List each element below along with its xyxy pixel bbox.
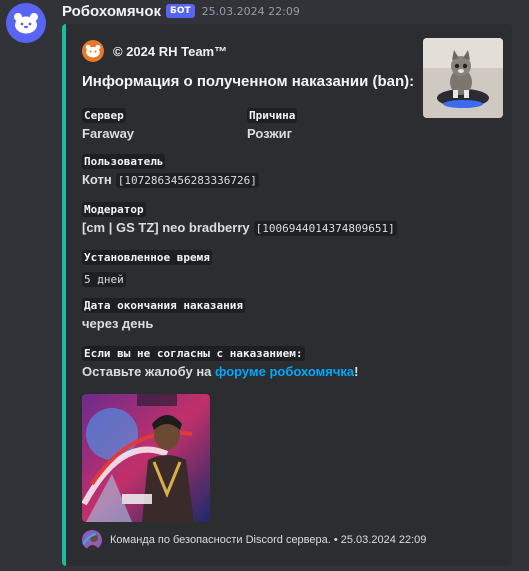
message-header: Робохомячок БОТ 25.03.2024 22:09 xyxy=(62,0,300,22)
embed-thumbnail-kitten[interactable] xyxy=(423,38,503,118)
field-duration-name: Установленное время xyxy=(82,250,212,265)
field-moderator-name: Модератор xyxy=(82,202,146,217)
field-end-date: Дата окончания наказания через день xyxy=(82,294,245,331)
embed-author: © 2024 RH Team™ xyxy=(82,40,227,62)
field-reason-name: Причина xyxy=(247,108,298,123)
embed-image-banner[interactable] xyxy=(82,394,210,522)
message-timestamp[interactable]: 25.03.2024 22:09 xyxy=(202,5,300,18)
field-reason-value: Розжиг xyxy=(247,126,293,141)
field-reason: Причина Розжиг xyxy=(247,104,298,141)
field-server-value: Faraway xyxy=(82,126,135,141)
bot-username[interactable]: Робохомячок xyxy=(62,3,161,20)
embed-title: Информация о полученном наказании (ban): xyxy=(82,73,415,90)
field-end-date-value: через день xyxy=(82,316,154,331)
bot-avatar[interactable] xyxy=(6,3,46,43)
embed-footer: Команда по безопасности Discord сервера.… xyxy=(82,530,426,550)
field-duration: Установленное время 5 дней xyxy=(82,246,212,287)
field-moderator-id: [1006944014374809651] xyxy=(253,221,397,236)
footer-text: Команда по безопасности Discord сервера.… xyxy=(110,534,427,546)
forum-link[interactable]: форуме робохомячка xyxy=(215,364,354,379)
field-appeal-prefix: Оставьте жалобу на xyxy=(82,364,216,379)
field-end-date-name: Дата окончания наказания xyxy=(82,298,245,313)
field-appeal: Если вы не согласны с наказанием: Оставь… xyxy=(82,342,358,379)
field-user: Пользователь Котн [1072863456283336726] xyxy=(82,150,259,188)
rh-team-logo-icon xyxy=(82,40,104,62)
field-server: Сервер Faraway xyxy=(82,104,134,141)
embed-author-name: © 2024 RH Team™ xyxy=(113,43,228,59)
field-server-name: Сервер xyxy=(82,108,126,123)
field-user-id: [1072863456283336726] xyxy=(115,173,259,188)
field-moderator-value: [cm | GS TZ] neo bradberry xyxy=(82,220,250,235)
field-moderator: Модератор [cm | GS TZ] neo bradberry [100… xyxy=(82,198,397,236)
punishment-embed: © 2024 RH Team™ Информация о полученном … xyxy=(62,24,512,566)
field-duration-value: 5 дней xyxy=(82,272,126,287)
hamster-icon xyxy=(14,13,38,34)
field-user-value: Котн xyxy=(82,172,112,187)
footer-avatar-icon xyxy=(82,530,102,550)
field-appeal-suffix: ! xyxy=(354,364,359,379)
field-appeal-name: Если вы не согласны с наказанием: xyxy=(82,346,305,361)
bot-badge: БОТ xyxy=(166,4,195,18)
field-user-name: Пользователь xyxy=(82,154,166,169)
